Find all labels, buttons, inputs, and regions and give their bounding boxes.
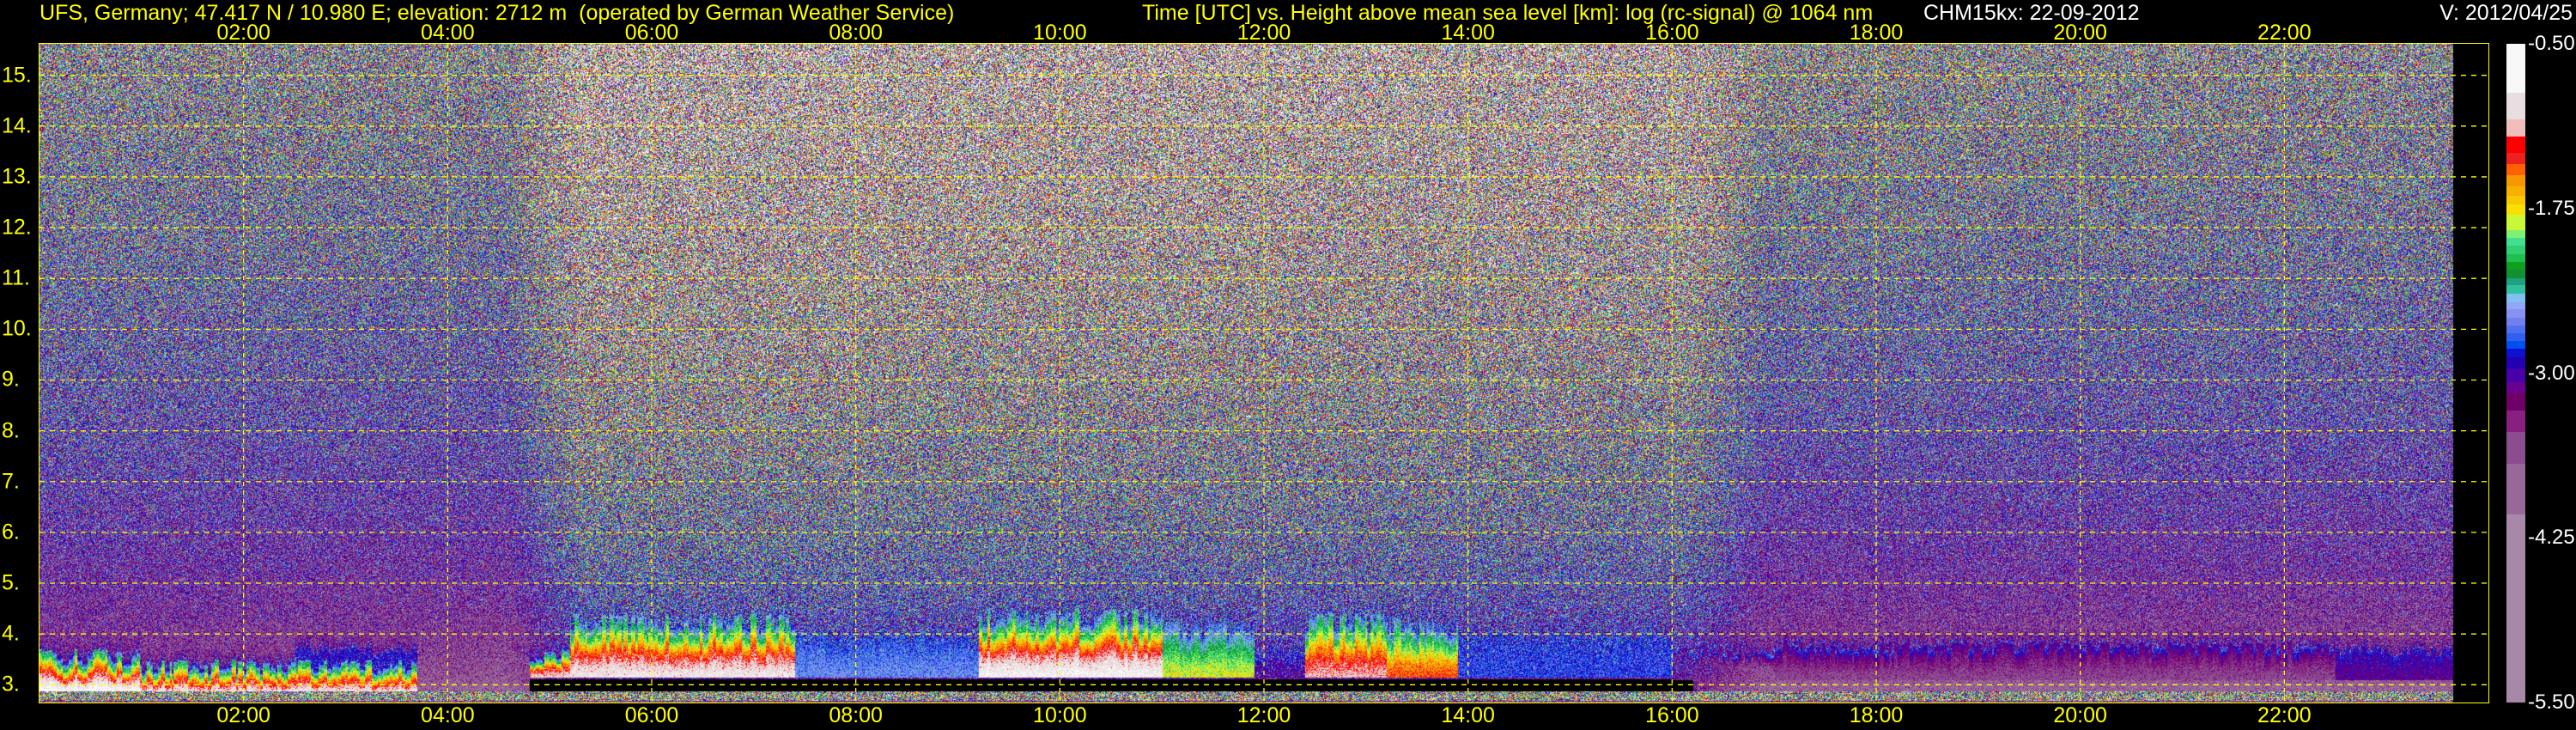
colorbar-tick-label: -3.00	[2528, 361, 2575, 385]
y-tick-label: 3.	[2, 672, 20, 697]
y-tick-label: 5.	[2, 570, 20, 595]
y-tick-label: 7.	[2, 469, 20, 494]
colorbar-segment	[2506, 196, 2525, 205]
colorbar-segment	[2506, 463, 2525, 515]
colorbar-segment	[2506, 214, 2525, 231]
x-tick-label: 10:00	[1033, 703, 1087, 727]
x-tick-label-top: 06:00	[624, 21, 679, 45]
colorbar-tick-label: -1.75	[2528, 196, 2575, 220]
x-tick-label: 16:00	[1645, 703, 1699, 727]
x-tick-label: 04:00	[421, 703, 475, 727]
colorbar-segment	[2506, 348, 2525, 358]
x-tick-label-top: 04:00	[421, 21, 475, 45]
colorbar-segment	[2506, 309, 2525, 319]
x-tick-label-top: 12:00	[1236, 21, 1291, 45]
colorbar-segment	[2506, 92, 2525, 120]
colorbar-segment	[2506, 136, 2525, 154]
grid-lines	[39, 44, 2488, 703]
y-tick-label: 4.	[2, 621, 20, 646]
x-tick-label-top: 08:00	[829, 21, 883, 45]
x-tick-label-top: 22:00	[2257, 21, 2312, 45]
colorbar-segment	[2506, 164, 2525, 176]
colorbar-segment	[2506, 246, 2525, 255]
y-tick-label: 9.	[2, 367, 20, 392]
colorbar-segment	[2506, 411, 2525, 433]
x-tick-label-top: 18:00	[1849, 21, 1904, 45]
colorbar-segment	[2506, 269, 2525, 279]
x-tick-label: 18:00	[1849, 703, 1904, 727]
x-tick-label-top: 10:00	[1033, 21, 1087, 45]
y-tick-label: 14.	[2, 113, 32, 138]
plot-area	[39, 44, 2488, 703]
x-tick-label: 08:00	[829, 703, 883, 727]
colorbar-segment	[2506, 293, 2525, 302]
version-label: V: 2012/04/25	[2439, 1, 2573, 25]
x-tick-label: 02:00	[216, 703, 270, 727]
colorbar-segment	[2506, 204, 2525, 216]
colorbar-segment	[2506, 514, 2525, 703]
y-tick-label: 11.	[2, 265, 30, 290]
x-tick-label: 14:00	[1441, 703, 1495, 727]
x-tick-label: 22:00	[2257, 703, 2312, 727]
y-tick-label: 10.	[2, 316, 32, 341]
colorbar-segment	[2506, 381, 2525, 394]
x-tick-label-top: 02:00	[216, 21, 270, 45]
x-tick-label: 12:00	[1236, 703, 1291, 727]
colorbar-segment	[2506, 44, 2525, 94]
y-tick-label: 8.	[2, 418, 20, 443]
x-tick-label-top: 16:00	[1645, 21, 1699, 45]
colorbar-segment	[2506, 368, 2525, 383]
colorbar-tick-label: -0.50	[2528, 32, 2575, 55]
colorbar-tick-label: -5.50	[2528, 690, 2575, 714]
x-tick-label-top: 20:00	[2053, 21, 2107, 45]
colorbar-segment	[2506, 393, 2525, 411]
y-tick-label: 13.	[2, 164, 32, 189]
y-tick-label: 6.	[2, 520, 20, 544]
colorbar-segment	[2506, 175, 2525, 187]
colorbar-segment	[2506, 237, 2525, 246]
x-tick-label: 06:00	[624, 703, 679, 727]
colorbar-segment	[2506, 119, 2525, 137]
colorbar-segment	[2506, 186, 2525, 197]
colorbar-segment	[2506, 152, 2525, 165]
colorbar-segment	[2506, 357, 2525, 369]
x-tick-label: 20:00	[2053, 703, 2107, 727]
y-tick-label: 12.	[2, 215, 32, 240]
colorbar-segment	[2506, 432, 2525, 465]
y-tick-label: 15.	[2, 63, 32, 88]
colorbar	[2506, 44, 2525, 703]
x-tick-label-top: 14:00	[1441, 21, 1495, 45]
colorbar-tick-label: -4.25	[2528, 526, 2575, 550]
station-title: UFS, Germany; 47.417 N / 10.980 E; eleva…	[39, 1, 955, 25]
